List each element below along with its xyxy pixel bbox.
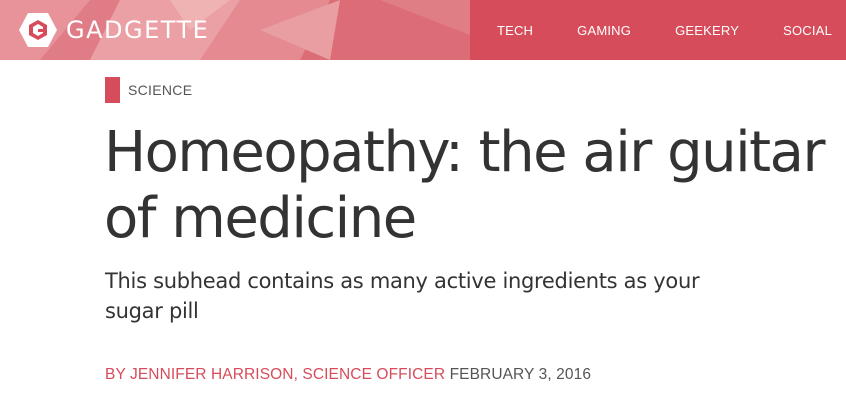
main-nav: TECH GAMING GEEKERY SOCIAL: [497, 0, 832, 60]
logo-text: GADGETTE: [66, 16, 210, 44]
byline-date: FEBRUARY 3, 2016: [449, 366, 592, 383]
article-category[interactable]: SCIENCE: [105, 77, 192, 103]
site-logo[interactable]: GADGETTE: [18, 12, 209, 48]
nav-item-social[interactable]: SOCIAL: [783, 23, 832, 38]
category-marker: [105, 77, 120, 103]
nav-item-tech[interactable]: TECH: [497, 23, 533, 38]
byline-author-link[interactable]: BY JENNIFER HARRISON, SCIENCE OFFICER: [105, 366, 445, 383]
site-header: GADGETTE TECH GAMING GEEKERY SOCIAL: [0, 0, 846, 60]
nav-item-gaming[interactable]: GAMING: [577, 23, 631, 38]
article-subhead: This subhead contains as many active ing…: [105, 269, 700, 323]
gadgette-hexagon-logo-icon: [19, 13, 57, 47]
nav-item-geekery[interactable]: GEEKERY: [675, 23, 739, 38]
category-label: SCIENCE: [128, 82, 193, 98]
article-headline: Homeopathy: the air guitar of medicine: [104, 120, 825, 251]
article-byline: BY JENNIFER HARRISON, SCIENCE OFFICER FE…: [105, 366, 591, 384]
